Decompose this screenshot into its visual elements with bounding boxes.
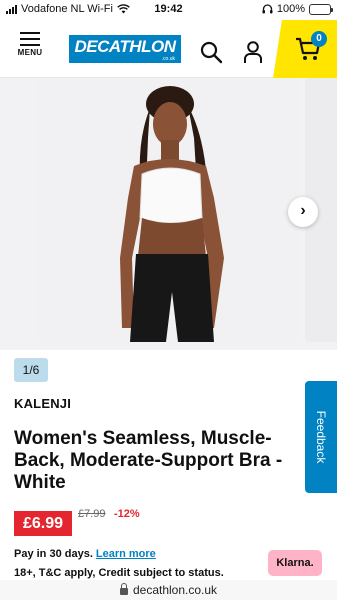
battery-icon	[309, 3, 333, 15]
credit-terms: 18+, T&C apply, Credit subject to status…	[14, 567, 224, 579]
search-icon[interactable]	[199, 40, 223, 64]
menu-label: MENU	[17, 48, 43, 57]
account-icon[interactable]	[242, 40, 264, 64]
original-price: £7.99	[78, 508, 106, 520]
lock-icon	[119, 583, 128, 596]
model-photo	[38, 78, 299, 342]
product-gallery[interactable]: ›	[0, 78, 337, 350]
cart-count-badge: 0	[311, 31, 327, 47]
status-bar: Vodafone NL Wi-Fi 19:42 100%	[0, 0, 337, 20]
image-counter: 1/6	[14, 358, 48, 382]
headphones-icon	[262, 4, 273, 14]
battery-percent: 100%	[276, 3, 305, 15]
status-right: 100%	[262, 3, 333, 15]
site-header: MENU DECATHLON .co.uk 0	[0, 20, 337, 78]
product-details: 1/6 KALENJI Women's Seamless, Muscle-Bac…	[0, 350, 337, 580]
browser-url-bar[interactable]: decathlon.co.uk	[0, 580, 337, 600]
menu-button[interactable]: MENU	[10, 32, 50, 72]
pay-later-text: Pay in 30 days.	[14, 548, 93, 560]
cart-button[interactable]: 0	[273, 20, 337, 78]
klarna-logo: Klarna.	[268, 550, 322, 576]
feedback-tab[interactable]: Feedback	[305, 381, 337, 493]
url-text: decathlon.co.uk	[132, 583, 218, 597]
brand-name[interactable]: KALENJI	[14, 396, 71, 411]
product-image[interactable]	[38, 78, 299, 342]
decathlon-logo[interactable]: DECATHLON .co.uk	[69, 35, 181, 63]
hamburger-icon	[20, 32, 40, 46]
logo-text: DECATHLON	[74, 37, 176, 56]
product-title: Women's Seamless, Muscle-Back, Moderate-…	[14, 428, 283, 493]
learn-more-link[interactable]: Learn more	[96, 548, 156, 560]
discount-badge: -12%	[114, 508, 140, 520]
sale-price: £6.99	[14, 511, 72, 536]
pay-later-info: Pay in 30 days. Learn more	[14, 548, 156, 560]
next-image-button[interactable]: ›	[288, 197, 318, 227]
feedback-label: Feedback	[314, 410, 328, 464]
logo-domain: .co.uk	[161, 56, 175, 62]
